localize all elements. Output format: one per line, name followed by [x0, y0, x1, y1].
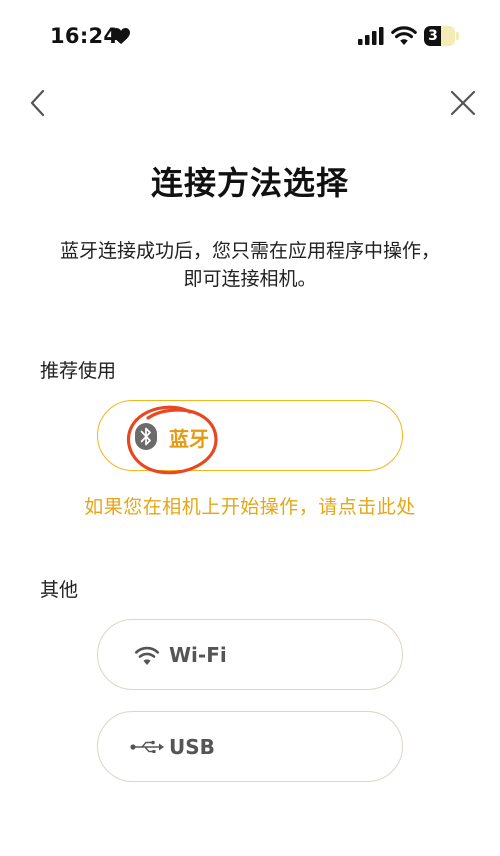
- camera-start-hint-link[interactable]: 如果您在相机上开始操作，请点击此处: [0, 492, 500, 519]
- status-time: 16:24: [50, 24, 119, 48]
- close-icon: [450, 90, 476, 116]
- bluetooth-option-label: 蓝牙: [169, 427, 209, 451]
- close-button[interactable]: [446, 86, 480, 120]
- other-section-label: 其他: [40, 579, 79, 601]
- chevron-left-icon: [30, 89, 45, 117]
- description-line-2: 即可连接相机。: [183, 268, 317, 290]
- page-title: 连接方法选择: [150, 164, 349, 202]
- status-bar: 16:24 3: [0, 0, 500, 72]
- battery-icon: 3: [424, 26, 459, 46]
- back-button[interactable]: [24, 86, 54, 120]
- heart-icon: [112, 28, 130, 44]
- battery-level: 3: [428, 28, 438, 44]
- cellular-signal-icon: [358, 27, 384, 45]
- bluetooth-icon: [135, 423, 157, 450]
- usb-option-button[interactable]: USB: [97, 711, 403, 782]
- description: 蓝牙连接成功后，您只需在应用程序中操作， 即可连接相机。: [40, 237, 460, 293]
- description-line-1: 蓝牙连接成功后，您只需在应用程序中操作，: [59, 240, 440, 262]
- recommended-section-label: 推荐使用: [40, 360, 117, 382]
- wifi-icon: [134, 646, 160, 665]
- wifi-option-button[interactable]: Wi-Fi: [97, 619, 403, 690]
- wifi-option-label: Wi-Fi: [169, 643, 227, 667]
- usb-option-label: USB: [169, 735, 215, 759]
- usb-icon: [130, 740, 164, 753]
- wifi-icon: [391, 26, 417, 45]
- bluetooth-option-button[interactable]: 蓝牙: [97, 400, 403, 475]
